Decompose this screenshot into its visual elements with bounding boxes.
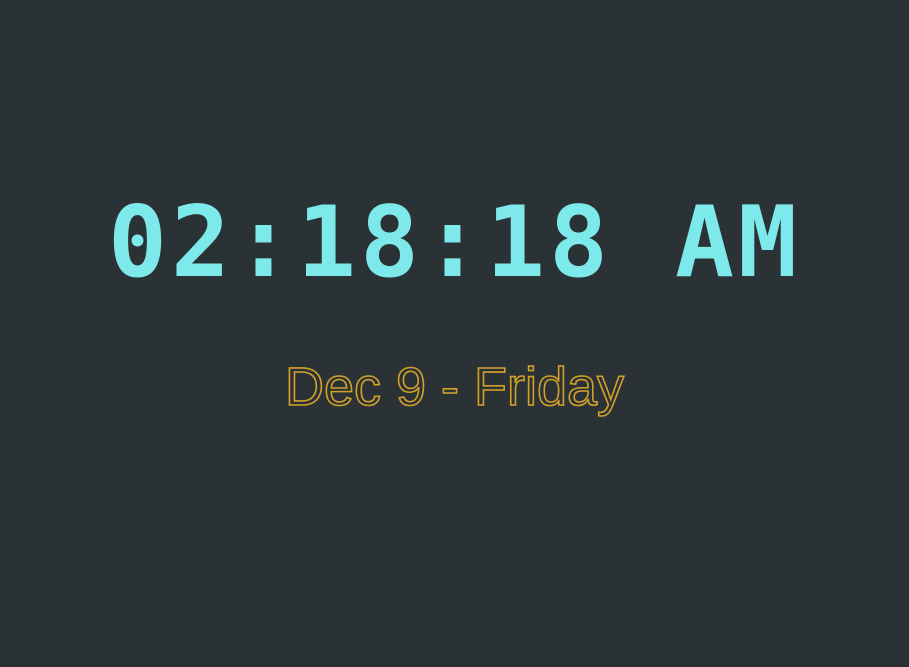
- clock-time: 02:18:18 AM: [107, 186, 801, 300]
- clock-screen: 02:18:18 AM Dec 9 - Friday: [0, 0, 909, 667]
- clock-date: Dec 9 - Friday: [284, 356, 625, 418]
